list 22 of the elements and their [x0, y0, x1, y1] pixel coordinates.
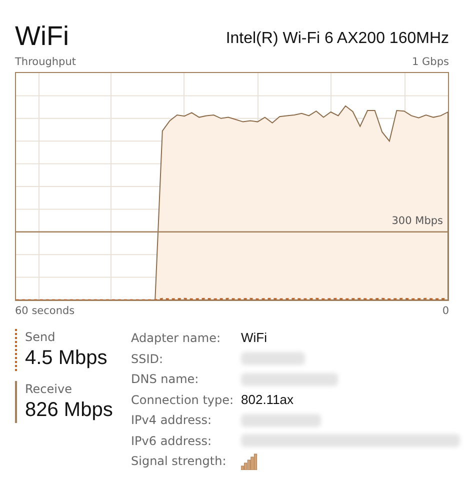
detail-value: WiFi	[241, 329, 268, 347]
signal-strength-icon	[241, 452, 258, 470]
detail-label: Connection type:	[131, 392, 235, 408]
detail-label: DNS name:	[131, 371, 200, 388]
chart-title: Throughput	[15, 56, 76, 68]
blurred-value	[241, 352, 305, 366]
detail-label: Signal strength:	[131, 453, 228, 470]
x-start-label: 60 seconds	[15, 305, 75, 317]
adapter-model: Intel(R) Wi-Fi 6 AX200 160MHz	[226, 29, 449, 49]
x-end-label: 0	[442, 305, 449, 317]
detail-label: IPv6 address:	[131, 432, 213, 450]
detail-label: SSID:	[131, 350, 164, 368]
reference-line-label: 300 Mbps	[392, 214, 443, 229]
stat-value: 4.5 Mbps	[25, 346, 108, 371]
y-max-label: 1 Gbps	[412, 56, 449, 68]
stat-value: 826 Mbps	[25, 398, 114, 423]
detail-value: 802.11ax	[241, 390, 295, 408]
stat-label: Receive	[25, 381, 73, 397]
detail-label: Adapter name:	[131, 330, 222, 347]
detail-label: IPv4 address:	[131, 412, 213, 429]
page-title: WiFi	[15, 20, 69, 52]
stat-label: Send	[25, 329, 56, 345]
